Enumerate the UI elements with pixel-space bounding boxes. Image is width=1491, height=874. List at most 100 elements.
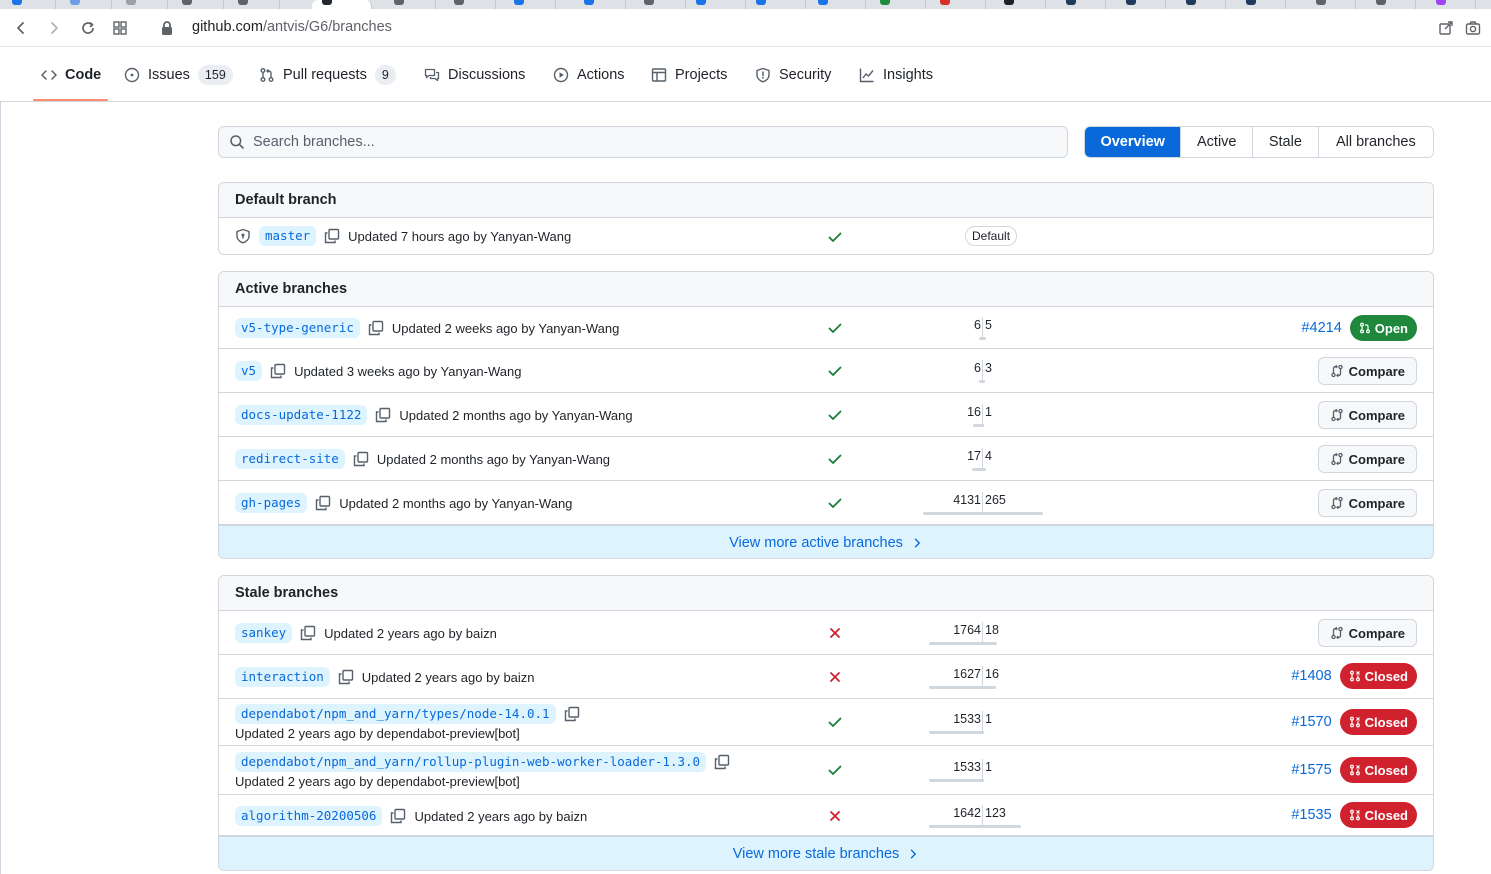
tab-issues[interactable]: Issues 159 — [124, 48, 233, 102]
compare-button[interactable]: Compare — [1317, 445, 1417, 473]
compare-button[interactable]: Compare — [1317, 489, 1417, 517]
filter-all-branches[interactable]: All branches — [1317, 127, 1433, 157]
pull-request-link[interactable]: #1535 Closed — [1291, 802, 1417, 828]
check-failed-icon[interactable] — [827, 625, 843, 641]
copy-icon[interactable] — [353, 451, 369, 467]
copy-icon[interactable] — [390, 808, 406, 824]
tab-security[interactable]: Security — [755, 48, 831, 102]
behind-count: 4131 — [953, 493, 981, 507]
pull-request-link[interactable]: #1570 Closed — [1291, 709, 1417, 735]
branch-updated-text: Updated 7 hours ago by Yanyan-Wang — [348, 228, 572, 244]
share-button[interactable] — [1434, 16, 1458, 40]
check-passed-icon[interactable] — [827, 229, 843, 245]
pr-number[interactable]: #1535 — [1291, 807, 1331, 823]
check-passed-icon[interactable] — [827, 407, 843, 423]
browser-tab-strip[interactable] — [0, 0, 1491, 9]
pull-request-link[interactable]: #4214 Open — [1301, 315, 1417, 341]
branch-name-link[interactable]: gh-pages — [235, 493, 308, 513]
pr-state-badge[interactable]: Open — [1349, 315, 1417, 341]
git-pull-request-closed-icon — [1349, 716, 1360, 728]
branch-search-box[interactable] — [218, 126, 1068, 158]
pr-state-label: Closed — [1364, 807, 1408, 823]
tab-security-label: Security — [779, 67, 832, 83]
check-failed-icon[interactable] — [827, 669, 843, 685]
browser-toolbar: github.com/antvis/G6/branches — [0, 9, 1491, 47]
pr-state-badge[interactable]: Closed — [1339, 757, 1417, 783]
active-browser-tab[interactable] — [312, 0, 372, 9]
copy-icon[interactable] — [338, 669, 354, 685]
filter-active[interactable]: Active — [1180, 127, 1253, 157]
filter-overview[interactable]: Overview — [1085, 127, 1181, 157]
copy-icon[interactable] — [368, 320, 384, 336]
pulls-counter: 9 — [374, 65, 396, 85]
git-pull-request-closed-icon — [1349, 670, 1360, 682]
copy-icon[interactable] — [375, 407, 391, 423]
check-passed-icon[interactable] — [827, 762, 843, 778]
check-passed-icon[interactable] — [827, 495, 843, 511]
check-passed-icon[interactable] — [827, 363, 843, 379]
apps-button[interactable] — [108, 16, 132, 40]
branch-name-link[interactable]: docs-update-1122 — [235, 405, 368, 425]
check-passed-icon[interactable] — [827, 320, 843, 336]
check-passed-icon[interactable] — [827, 451, 843, 467]
tab-discussions[interactable]: Discussions — [424, 48, 525, 102]
ahead-count: 1 — [985, 760, 992, 774]
tab-insights[interactable]: Insights — [859, 48, 933, 102]
pr-state-badge[interactable]: Closed — [1339, 663, 1417, 689]
check-passed-icon[interactable] — [827, 714, 843, 730]
git-pull-request-closed-icon — [1349, 809, 1360, 821]
view-more-stale-branches-link[interactable]: View more stale branches — [219, 836, 1433, 870]
branch-name-link[interactable]: redirect-site — [235, 449, 345, 469]
branch-search-input[interactable] — [253, 134, 1033, 150]
site-lock[interactable] — [155, 16, 179, 40]
ahead-behind-indicator: 1533 1 — [923, 759, 1043, 782]
pull-request-link[interactable]: #1408 Closed — [1291, 663, 1417, 689]
branch-name-link[interactable]: v5-type-generic — [235, 318, 360, 338]
tab-projects[interactable]: Projects — [651, 48, 727, 102]
pr-state-badge[interactable]: Closed — [1339, 802, 1417, 828]
arrow-left-icon — [17, 22, 24, 34]
branch-name-link[interactable]: master — [259, 226, 317, 246]
address-bar[interactable]: github.com/antvis/G6/branches — [192, 19, 392, 35]
pr-state-badge[interactable]: Closed — [1339, 709, 1417, 735]
forward-button[interactable] — [42, 16, 66, 40]
copy-icon[interactable] — [270, 363, 286, 379]
ahead-count: 123 — [985, 806, 1006, 820]
branch-updated-text: Updated 2 years ago by dependabot-previe… — [235, 774, 520, 789]
pull-request-link[interactable]: #1575 Closed — [1291, 757, 1417, 783]
copy-icon[interactable] — [300, 625, 316, 641]
view-more-active-branches-link[interactable]: View more active branches — [219, 525, 1433, 558]
copy-icon[interactable] — [315, 495, 331, 511]
branch-name-link[interactable]: algorithm-20200506 — [235, 806, 383, 826]
behind-count: 16 — [967, 405, 981, 419]
screenshot-button[interactable] — [1461, 16, 1485, 40]
behind-count: 1533 — [953, 712, 981, 726]
branch-name-link[interactable]: dependabot/npm_and_yarn/types/node-14.0.… — [235, 704, 556, 724]
back-button[interactable] — [9, 16, 33, 40]
copy-icon[interactable] — [714, 754, 730, 770]
copy-icon[interactable] — [324, 228, 340, 244]
pr-number[interactable]: #1408 — [1291, 668, 1331, 684]
compare-button[interactable]: Compare — [1317, 401, 1417, 429]
filter-stale[interactable]: Stale — [1252, 127, 1318, 157]
copy-icon[interactable] — [564, 706, 580, 722]
branch-name-link[interactable]: sankey — [235, 623, 293, 643]
ahead-behind-indicator: 16 1 — [923, 404, 1043, 427]
tab-pull-requests[interactable]: Pull requests 9 — [259, 48, 396, 102]
table-icon — [651, 68, 667, 82]
compare-button[interactable]: Compare — [1317, 619, 1417, 647]
behind-count: 1642 — [953, 806, 981, 820]
tab-code[interactable]: Code — [41, 48, 101, 102]
branch-name-link[interactable]: interaction — [235, 667, 330, 687]
compare-label: Compare — [1348, 625, 1405, 641]
pr-number[interactable]: #1575 — [1291, 762, 1331, 778]
branch-name-link[interactable]: dependabot/npm_and_yarn/rollup-plugin-we… — [235, 752, 707, 772]
reload-button[interactable] — [76, 16, 100, 40]
tab-actions[interactable]: Actions — [553, 48, 625, 102]
compare-button[interactable]: Compare — [1317, 357, 1417, 385]
ahead-behind-indicator: 17 4 — [923, 448, 1043, 471]
check-failed-icon[interactable] — [827, 808, 843, 824]
pr-number[interactable]: #1570 — [1291, 714, 1331, 730]
branch-name-link[interactable]: v5 — [235, 361, 263, 381]
pr-number[interactable]: #4214 — [1301, 320, 1341, 336]
